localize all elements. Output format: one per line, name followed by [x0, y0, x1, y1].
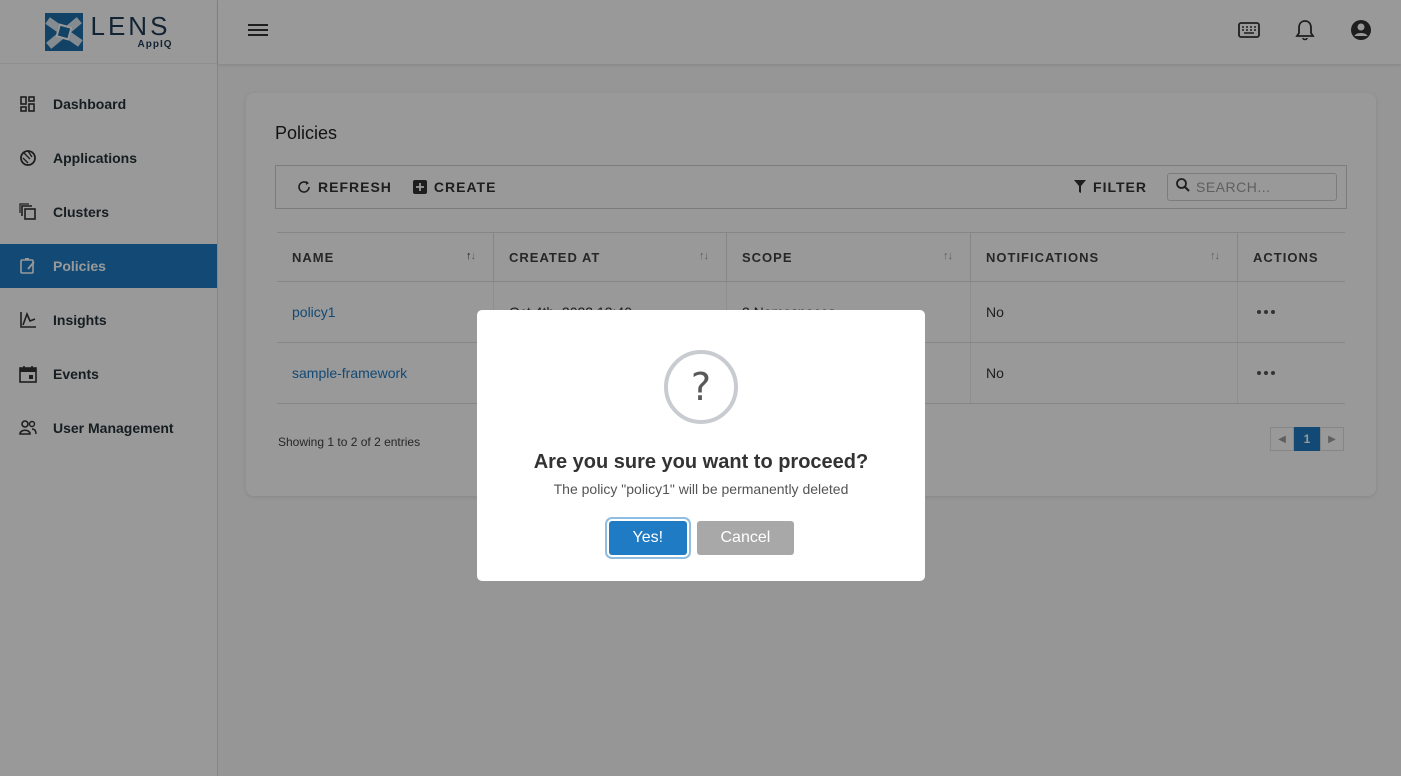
cancel-button[interactable]: Cancel — [696, 521, 794, 555]
confirm-dialog: ? Are you sure you want to proceed? The … — [477, 310, 925, 581]
confirm-button[interactable]: Yes! — [608, 521, 687, 555]
dialog-message: The policy "policy1" will be permanently… — [553, 481, 849, 497]
question-icon: ? — [664, 350, 738, 424]
dialog-title: Are you sure you want to proceed? — [533, 451, 869, 473]
